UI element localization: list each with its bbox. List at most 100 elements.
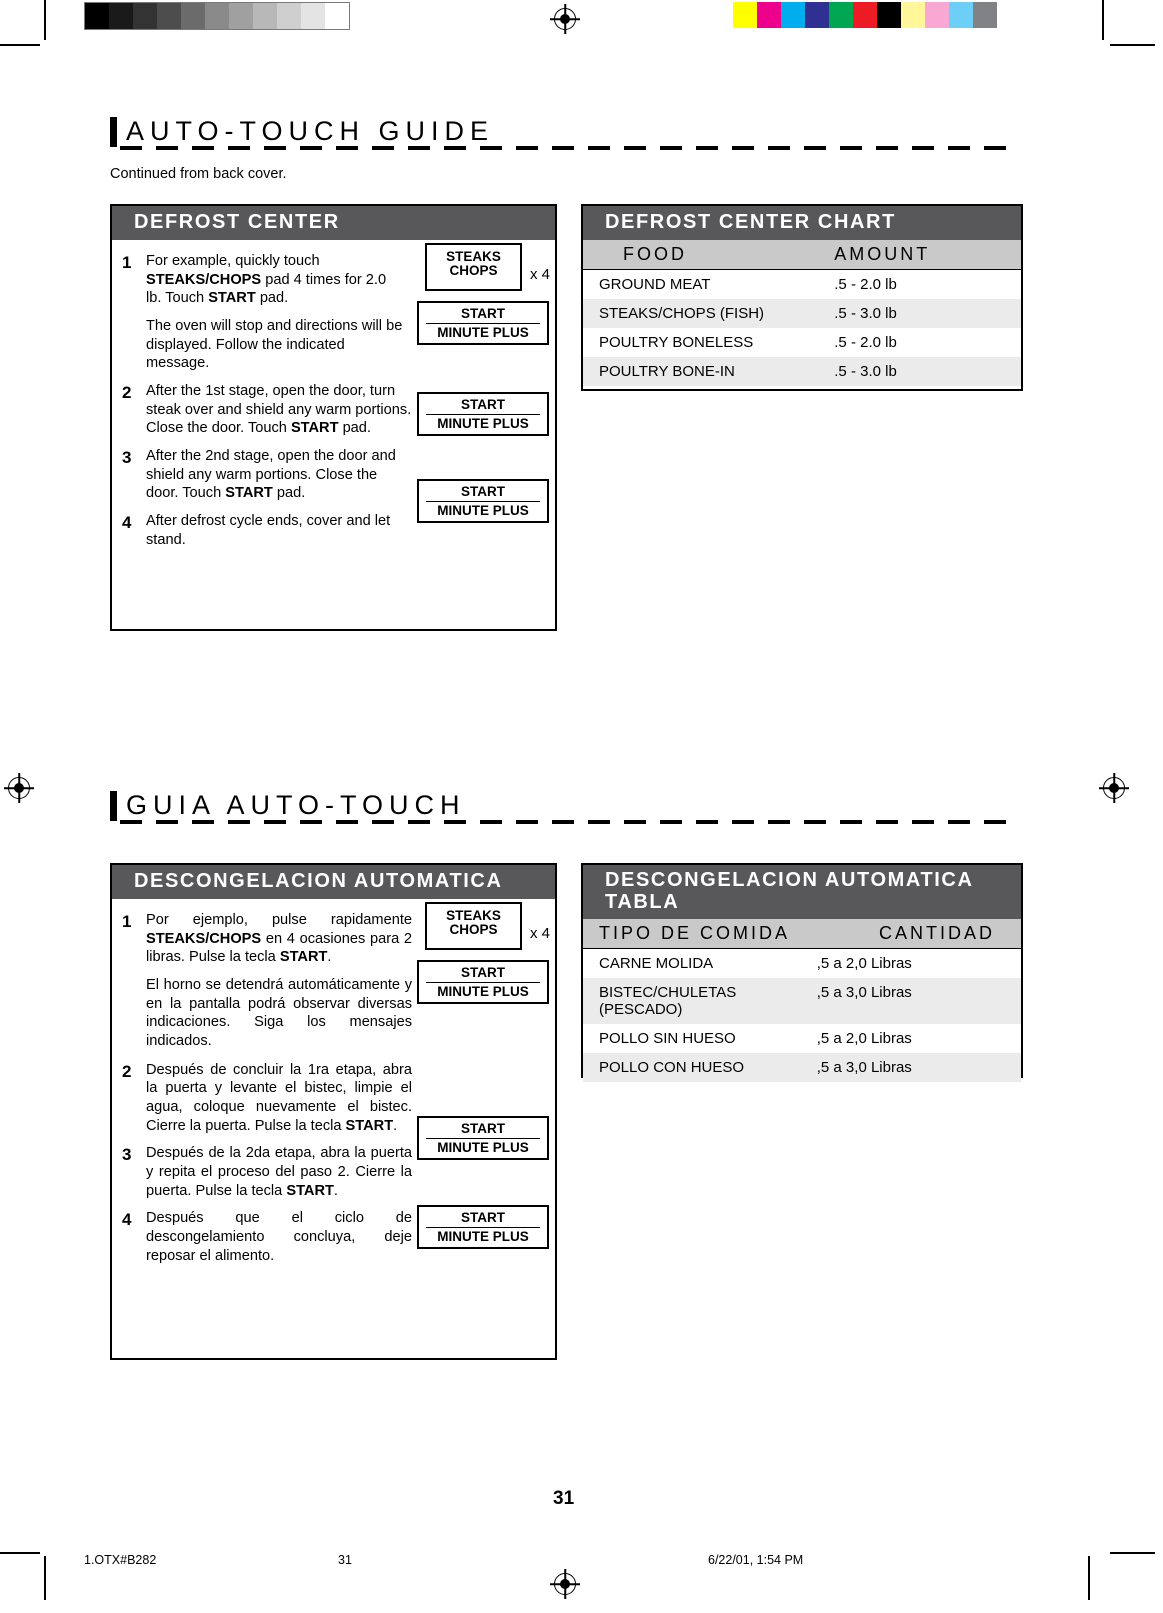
crop-mark-bottom-left-h	[0, 1552, 40, 1554]
step-number: 3	[122, 1145, 132, 1165]
defrost-center-chart: DEFROST CENTER CHART FOOD AMOUNT GROUND …	[581, 204, 1023, 391]
table-row: POULTRY BONELESS .5 - 2.0 lb	[583, 328, 1021, 357]
step-item: 3 Después de la 2da etapa, abra la puert…	[112, 1144, 412, 1200]
descongelacion-chart-title: DESCONGELACION AUTOMATICA TABLA	[583, 865, 1021, 920]
pad-label-start: START	[426, 484, 540, 503]
chart-cell-amount: ,5 a 3,0 Libras	[816, 984, 912, 1002]
chart-cell-food: STEAKS/CHOPS (FISH)	[599, 305, 765, 322]
crop-mark-top-left-v	[44, 0, 46, 40]
crop-mark-bottom-left-v	[44, 1556, 46, 1600]
chart-cell-amount: .5 - 2.0 lb	[834, 276, 897, 293]
registration-mark-bottom	[554, 1573, 576, 1595]
step-item: 1 For example, quickly touch STEAKS/CHOP…	[112, 252, 412, 373]
start-minute-plus-pad-2[interactable]: START MINUTE PLUS	[417, 392, 549, 436]
chart-cell-food: POLLO CON HUESO	[599, 1059, 745, 1077]
heading-accent-bar	[110, 790, 117, 821]
pad-label-minute-plus: MINUTE PLUS	[437, 984, 529, 1000]
chart-cell-food: BISTEC/CHULETAS (PESCADO)	[599, 984, 737, 1019]
step-text: After the 1st stage, open the door, turn…	[146, 383, 412, 437]
chart-cell-food: CARNE MOLIDA	[599, 955, 714, 973]
pad-multiplier: x 4	[530, 266, 551, 283]
descongelacion-steps: 1 Por ejemplo, pulse rapidamente STEAKS/…	[112, 899, 412, 1265]
english-heading-underline	[120, 146, 1020, 150]
grayscale-colorbar	[84, 2, 350, 30]
start-minute-plus-pad-1[interactable]: START MINUTE PLUS	[417, 301, 549, 345]
step-text: For example, quickly touch STEAKS/CHOPS …	[146, 253, 403, 372]
pad-label-minute-plus: MINUTE PLUS	[437, 503, 529, 519]
footer-timestamp: 6/22/01, 1:54 PM	[708, 1553, 804, 1567]
chart-header-row: TIPO DE COMIDA CANTIDAD	[583, 919, 1021, 950]
table-row: POULTRY BONE-IN .5 - 3.0 lb	[583, 357, 1021, 386]
pad-label-start: START	[426, 1121, 540, 1140]
chart-header-food: FOOD	[623, 244, 687, 264]
step-number: 1	[122, 912, 132, 931]
chart-header-food: TIPO DE COMIDA	[599, 923, 791, 944]
step-number: 1	[122, 253, 132, 272]
start-minute-plus-pad-1[interactable]: START MINUTE PLUS	[417, 960, 549, 1004]
color-colorbar	[733, 2, 997, 28]
step-number: 2	[122, 383, 132, 403]
chart-cell-amount: ,5 a 2,0 Libras	[816, 955, 912, 973]
table-row: CARNE MOLIDA ,5 a 2,0 Libras	[583, 949, 1021, 978]
step-item: 1 Por ejemplo, pulse rapidamente STEAKS/…	[112, 911, 412, 1051]
pad-label-start: START	[426, 397, 540, 416]
english-section-title: AUTO-TOUCH GUIDE	[126, 116, 495, 146]
crop-mark-top-right-v	[1102, 0, 1104, 40]
crop-mark-bottom-right-v	[1088, 1556, 1090, 1600]
pad-label-line1: STEAKS	[446, 908, 501, 923]
chart-cell-amount: ,5 a 3,0 Libras	[816, 1059, 912, 1077]
chart-header-amount: CANTIDAD	[878, 923, 995, 944]
chart-cell-amount: .5 - 3.0 lb	[834, 363, 897, 380]
spanish-section-heading: GUIA AUTO-TOUCH	[110, 790, 466, 821]
chart-cell-food: GROUND MEAT	[599, 276, 711, 293]
defrost-center-panel-title: DEFROST CENTER	[112, 206, 555, 240]
step-number: 4	[122, 1210, 132, 1230]
descongelacion-panel: DESCONGELACION AUTOMATICA 1 Por ejemplo,…	[110, 863, 557, 1360]
step-item: 3 After the 2nd stage, open the door and…	[112, 447, 412, 503]
pad-label-start: START	[426, 1210, 540, 1229]
step-text: Después de la 2da etapa, abra la puerta …	[146, 1145, 412, 1199]
registration-mark-left	[8, 777, 30, 799]
defrost-center-steps: 1 For example, quickly touch STEAKS/CHOP…	[112, 240, 412, 549]
pad-label-line1: STEAKS	[446, 249, 501, 264]
table-row: GROUND MEAT .5 - 2.0 lb	[583, 270, 1021, 299]
defrost-chart-title: DEFROST CENTER CHART	[583, 206, 1021, 240]
step-text: Después que el ciclo de descongelamiento…	[146, 1210, 412, 1264]
table-row: STEAKS/CHOPS (FISH) .5 - 3.0 lb	[583, 299, 1021, 328]
step-text: After the 2nd stage, open the door and s…	[146, 448, 396, 502]
start-minute-plus-pad-2[interactable]: START MINUTE PLUS	[417, 1116, 549, 1160]
descongelacion-chart: DESCONGELACION AUTOMATICA TABLA TIPO DE …	[581, 863, 1023, 1083]
chart-cell-food: POULTRY BONE-IN	[599, 363, 735, 380]
table-row: BISTEC/CHULETAS (PESCADO) ,5 a 3,0 Libra…	[583, 978, 1021, 1025]
table-row: POLLO CON HUESO ,5 a 3,0 Libras	[583, 1053, 1021, 1083]
step-text: Después de concluir la 1ra etapa, abra l…	[146, 1061, 412, 1134]
footer-sheet-number: 31	[338, 1553, 352, 1567]
pad-label-line2: CHOPS	[449, 922, 498, 938]
chart-cell-amount: ,5 a 2,0 Libras	[816, 1030, 912, 1048]
step-item: 2 Después de concluir la 1ra etapa, abra…	[112, 1061, 412, 1136]
step-number: 2	[122, 1061, 132, 1081]
chart-cell-amount: .5 - 2.0 lb	[834, 334, 897, 351]
page-number: 31	[553, 1488, 575, 1509]
registration-mark-right	[1103, 777, 1125, 799]
chart-cell-food: POULTRY BONELESS	[599, 334, 754, 351]
start-minute-plus-pad-3[interactable]: START MINUTE PLUS	[417, 479, 549, 523]
steaks-chops-pad[interactable]: STEAKS CHOPS	[425, 243, 522, 291]
crop-mark-top-left-h	[0, 44, 40, 46]
chart-header-row: FOOD AMOUNT	[583, 240, 1021, 270]
step-text: After defrost cycle ends, cover and let …	[146, 513, 391, 548]
defrost-center-panel: DEFROST CENTER 1 For example, quickly to…	[110, 204, 557, 631]
step-item: 2 After the 1st stage, open the door, tu…	[112, 382, 412, 438]
start-minute-plus-pad-3[interactable]: START MINUTE PLUS	[417, 1205, 549, 1249]
continued-note: Continued from back cover.	[110, 166, 287, 182]
chart-cell-amount: .5 - 3.0 lb	[834, 305, 897, 322]
registration-mark-top	[554, 8, 576, 30]
heading-accent-bar	[110, 116, 117, 147]
pad-label-minute-plus: MINUTE PLUS	[437, 1140, 529, 1156]
pad-label-minute-plus: MINUTE PLUS	[437, 416, 529, 432]
pad-label-minute-plus: MINUTE PLUS	[437, 1229, 529, 1245]
steaks-chops-pad[interactable]: STEAKS CHOPS	[425, 902, 522, 950]
footer-file-label: 1.OTX#B282	[84, 1553, 157, 1567]
step-item: 4 Después que el ciclo de descongelamien…	[112, 1209, 412, 1265]
table-row: POLLO SIN HUESO ,5 a 2,0 Libras	[583, 1024, 1021, 1053]
